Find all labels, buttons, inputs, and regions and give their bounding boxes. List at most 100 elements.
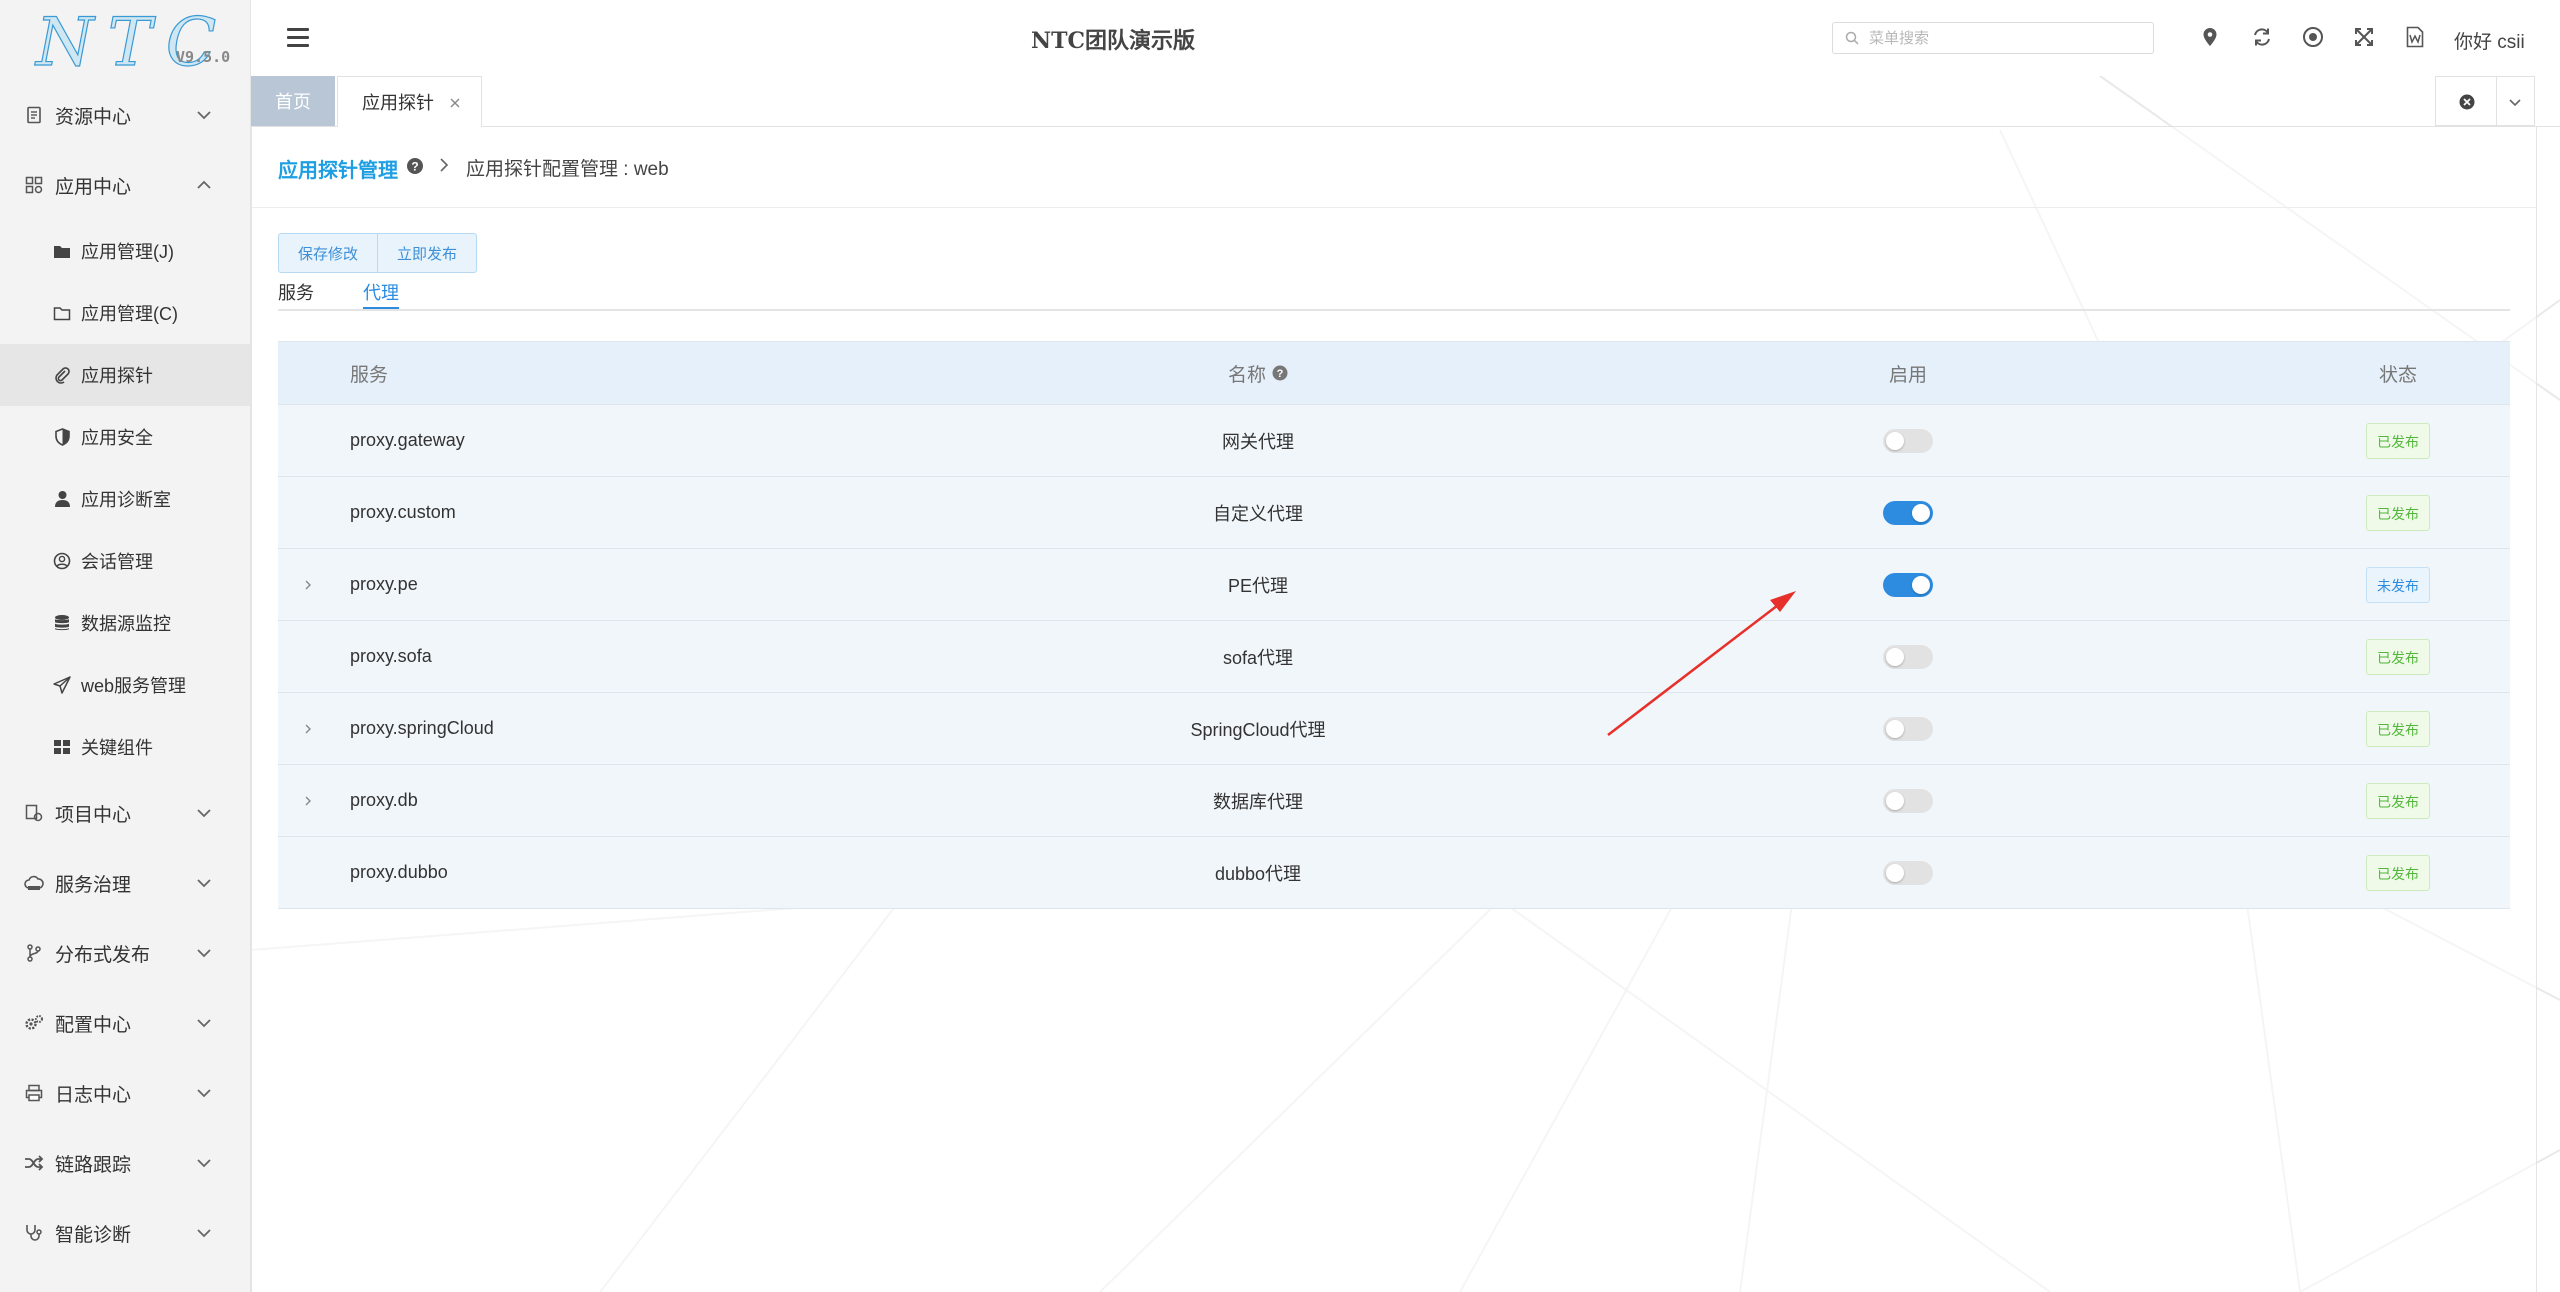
chevron-down-icon [196, 107, 212, 123]
menu-toggle-icon[interactable] [287, 28, 309, 48]
sidebar-item-app-security[interactable]: 应用安全 [0, 406, 250, 468]
status-badge: 已发布 [2366, 638, 2430, 675]
sidebar-item-app-diagnosis-room[interactable]: 应用诊断室 [0, 468, 250, 530]
table-row[interactable]: proxy.springCloud SpringCloud代理 已发布 [278, 693, 2510, 765]
table-row[interactable]: proxy.gateway 网关代理 已发布 [278, 405, 2510, 477]
cloud-icon [24, 873, 44, 893]
folder-filled-icon [52, 241, 72, 261]
sidebar-item-session-manage[interactable]: 会话管理 [0, 530, 250, 592]
toggle-knob [1912, 503, 1930, 522]
breadcrumb-root[interactable]: 应用探针管理 [278, 154, 398, 183]
nav-group-app-center[interactable]: 应用中心 [0, 150, 250, 220]
print-icon [24, 1083, 44, 1103]
document-icon [24, 105, 44, 125]
table-row[interactable]: proxy.dubbo dubbo代理 已发布 [278, 837, 2510, 909]
fullscreen-icon[interactable] [2352, 25, 2376, 49]
tab-service[interactable]: 服务 [278, 279, 314, 309]
stethoscope-icon [24, 1223, 44, 1243]
enabled-cell [1808, 837, 2008, 908]
nav-group-distributed-release[interactable]: 分布式发布 [0, 918, 250, 988]
save-changes-button[interactable]: 保存修改 [279, 234, 377, 272]
sidebar-item-web-service-manage[interactable]: web服务管理 [0, 654, 250, 716]
refresh-icon[interactable] [2250, 25, 2274, 49]
sidebar-item-app-manage-j[interactable]: 应用管理(J) [0, 220, 250, 282]
user-circle-icon [52, 551, 72, 571]
nav-group-log-center[interactable]: 日志中心 [0, 1058, 250, 1128]
name-cell: 数据库代理 [1213, 791, 1303, 812]
table-row[interactable]: proxy.custom 自定义代理 已发布 [278, 477, 2510, 549]
enable-toggle[interactable] [1883, 500, 1933, 525]
table-row[interactable]: proxy.sofa sofa代理 已发布 [278, 621, 2510, 693]
tab-tools [2435, 76, 2535, 126]
content-panel: 应用探针管理 ? 应用探针配置管理 : web 保存修改 立即发布 服务 代理 … [251, 127, 2537, 1292]
enable-toggle[interactable] [1883, 428, 1933, 453]
expand-row-icon[interactable] [298, 693, 318, 764]
tab-home[interactable]: 首页 [251, 76, 335, 126]
sidebar-item-datasource-monitor[interactable]: 数据源监控 [0, 592, 250, 654]
enable-toggle[interactable] [1883, 788, 1933, 813]
word-doc-icon[interactable] [2403, 25, 2427, 49]
chevron-down-icon [196, 945, 212, 961]
nav-group-label: 应用中心 [55, 176, 132, 198]
toggle-knob [1886, 647, 1904, 666]
enabled-cell [1808, 621, 2008, 692]
status-badge: 已发布 [2366, 854, 2430, 891]
expand-row-icon[interactable] [298, 549, 318, 620]
tab-proxy[interactable]: 代理 [363, 279, 399, 309]
table-row[interactable]: proxy.pe PE代理 未发布 [278, 549, 2510, 621]
search-input[interactable] [1867, 28, 2141, 48]
tab-app-probe[interactable]: 应用探针 [337, 76, 482, 127]
chevron-down-icon [196, 1225, 212, 1241]
publish-now-button[interactable]: 立即发布 [377, 234, 476, 272]
status-cell: 已发布 [2298, 477, 2498, 548]
toggle-knob [1886, 431, 1904, 450]
nav-group-project-center[interactable]: 项目中心 [0, 778, 250, 848]
shield-icon [52, 427, 72, 447]
nav-group-resource-center[interactable]: 资源中心 [0, 80, 250, 150]
close-icon[interactable] [448, 94, 462, 108]
nav-group-config-center[interactable]: 配置中心 [0, 988, 250, 1058]
sidebar-item-label: 应用安全 [81, 428, 153, 448]
help-icon[interactable]: ? [1272, 365, 1288, 381]
target-icon[interactable] [2301, 25, 2325, 49]
expand-row-icon[interactable] [298, 765, 318, 836]
enable-toggle[interactable] [1883, 716, 1933, 741]
column-header-service[interactable]: 服务 [350, 342, 388, 404]
nav-group-service-governance[interactable]: 服务治理 [0, 848, 250, 918]
chevron-down-icon [196, 1155, 212, 1171]
doctor-icon [52, 489, 72, 509]
nav-group-smart-diagnosis[interactable]: 智能诊断 [0, 1198, 250, 1268]
enable-toggle[interactable] [1883, 572, 1933, 597]
sidebar-item-app-probe[interactable]: 应用探针 [0, 344, 250, 406]
name-cell: sofa代理 [1222, 647, 1294, 668]
table-row[interactable]: proxy.db 数据库代理 已发布 [278, 765, 2510, 837]
chevron-down-icon [196, 1085, 212, 1101]
status-badge: 已发布 [2366, 422, 2430, 459]
shuffle-icon [24, 1153, 44, 1173]
sidebar-item-key-components[interactable]: 关键组件 [0, 716, 250, 778]
sidebar-item-app-manage-c[interactable]: 应用管理(C) [0, 282, 250, 344]
help-icon[interactable]: ? [406, 157, 424, 175]
sidebar-item-label: 应用诊断室 [81, 490, 171, 510]
enable-toggle[interactable] [1883, 860, 1933, 885]
chevron-down-icon[interactable] [2506, 93, 2524, 111]
user-greeting[interactable]: 你好 csii [2454, 27, 2525, 54]
sidebar-item-label: 应用探针 [81, 366, 153, 386]
column-header-name-label: 名称 [1227, 364, 1266, 386]
table-header: 服务 名称 ? 启用 状态 [278, 341, 2510, 405]
nav-group-trace[interactable]: 链路跟踪 [0, 1128, 250, 1198]
close-all-tabs-icon[interactable] [2456, 91, 2478, 113]
service-cell: proxy.sofa [350, 646, 432, 666]
svg-text:?: ? [1277, 368, 1284, 380]
enable-toggle[interactable] [1883, 644, 1933, 669]
logo-text: NTC [35, 4, 231, 81]
apps-icon [24, 175, 44, 195]
config-tabs: 服务 代理 [278, 275, 2510, 311]
location-icon[interactable] [2198, 25, 2222, 49]
service-cell: proxy.db [350, 790, 418, 810]
folder-outline-icon [52, 303, 72, 323]
sidebar: NTC V9.5.0 资源中心 应用中心 应用管理(J) 应用管理(C) 应用探… [0, 0, 251, 1292]
menu-search[interactable] [1832, 22, 2154, 54]
chevron-down-icon [196, 1015, 212, 1031]
logo[interactable]: NTC V9.5.0 [30, 4, 240, 81]
